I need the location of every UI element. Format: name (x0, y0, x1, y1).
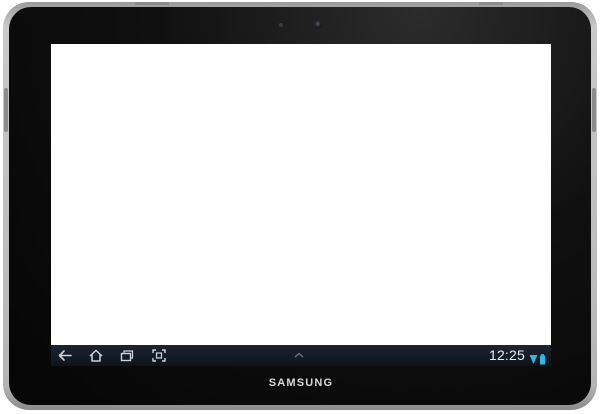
status-icons[interactable] (529, 350, 547, 365)
screenshot-icon[interactable] (151, 348, 167, 363)
volume-button[interactable] (479, 2, 503, 5)
wifi-icon (529, 355, 538, 364)
power-button[interactable] (135, 2, 169, 5)
back-icon[interactable] (57, 348, 73, 363)
recent-apps-icon[interactable] (119, 348, 135, 363)
screen-content-area (51, 44, 551, 345)
light-sensor (279, 23, 283, 27)
brand-logo: SAMSUNG (268, 377, 334, 389)
home-icon[interactable] (88, 348, 104, 363)
clock-time[interactable]: 12:25 (489, 347, 525, 364)
battery-icon (540, 354, 545, 365)
left-side-speaker (4, 88, 8, 132)
tablet-screen: 12:25 (51, 44, 551, 366)
front-camera (315, 21, 322, 28)
system-bar: 12:25 (51, 345, 551, 366)
right-side-speaker (592, 88, 596, 132)
chevron-up-icon[interactable] (292, 349, 306, 361)
